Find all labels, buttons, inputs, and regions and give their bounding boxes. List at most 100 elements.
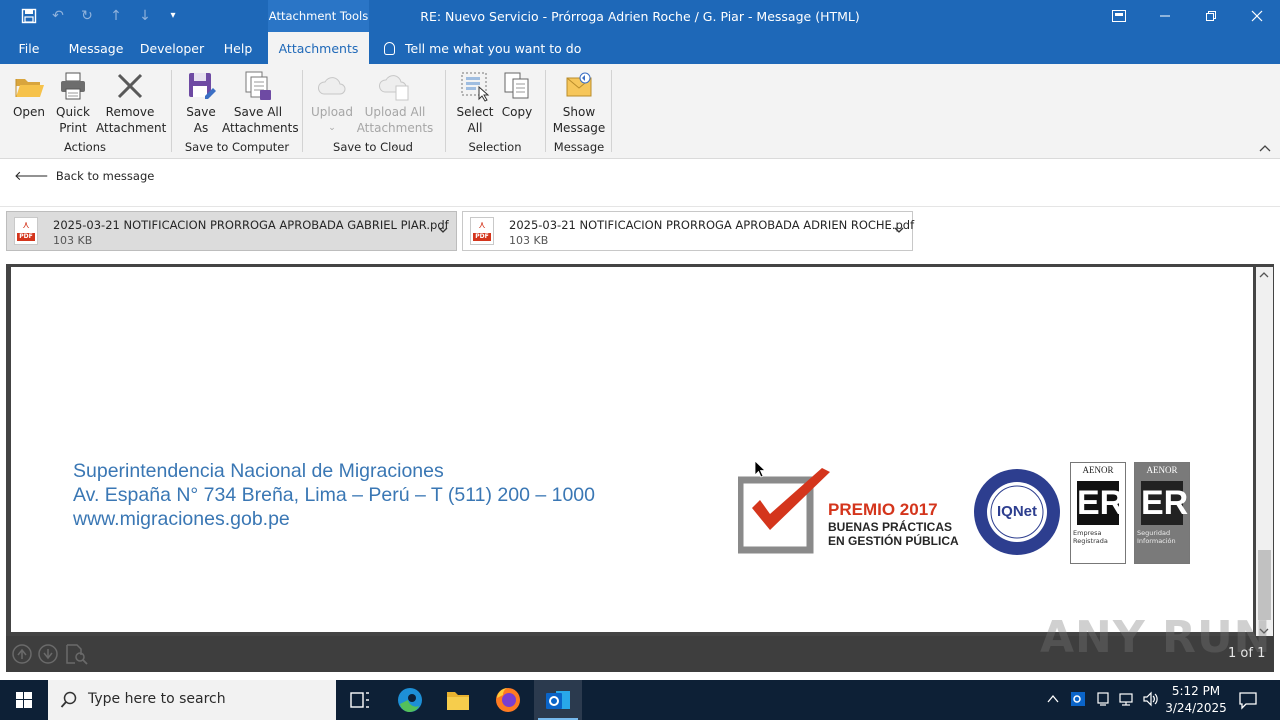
remove-attachment-button[interactable]: Remove Attachment: [96, 70, 166, 136]
outlook-tray-icon[interactable]: [1070, 691, 1086, 710]
search-placeholder: Type here to search: [88, 691, 226, 707]
save-as-button[interactable]: Save As: [180, 70, 222, 136]
show-message-button[interactable]: Show Message: [552, 70, 606, 136]
signature-line: Superintendencia Nacional de Migraciones: [73, 460, 444, 482]
next-item-icon[interactable]: ↓: [136, 8, 154, 24]
upload-all-label-1: Upload All: [364, 105, 426, 119]
back-to-message-link[interactable]: 🡐 Back to message: [14, 168, 154, 184]
group-separator: [611, 70, 612, 152]
start-button[interactable]: [0, 680, 48, 720]
scrollbar-thumb[interactable]: [1258, 550, 1271, 620]
notifications-icon[interactable]: [1238, 690, 1258, 713]
ribbon-display-options-icon[interactable]: [1096, 0, 1142, 32]
ribbon: Open Quick Print Remove Attachment Actio…: [0, 64, 1280, 159]
minimize-button[interactable]: [1142, 0, 1188, 32]
aenor-er-logo: AENOR ER Seguridad Información: [1134, 462, 1190, 564]
firefox-icon[interactable]: [484, 680, 532, 720]
signature-line: Av. España N° 734 Breña, Lima – Perú – T…: [73, 484, 595, 506]
aenor-title: AENOR: [1146, 465, 1178, 475]
signature-line[interactable]: www.migraciones.gob.pe: [73, 508, 290, 531]
next-page-icon[interactable]: [38, 644, 58, 667]
chevron-down-icon[interactable]: [438, 224, 448, 237]
tab-file[interactable]: File: [8, 32, 50, 64]
pdf-file-icon: ⋏ PDF: [14, 217, 38, 245]
window-title: RE: Nuevo Servicio - Prórroga Adrien Roc…: [420, 9, 860, 24]
mouse-cursor-icon: [754, 460, 767, 481]
attachment-chip[interactable]: ⋏ PDF 2025-03-21 NOTIFICACION PRORROGA AP…: [6, 211, 457, 251]
select-all-label-2: All: [467, 121, 483, 135]
aenor-er-logo: AENOR ER Empresa Registrada: [1070, 462, 1126, 564]
tab-attachments[interactable]: Attachments: [268, 32, 369, 64]
title-bar: ↶ ↻ ↑ ↓ ▾ Attachment Tools RE: Nuevo Ser…: [0, 0, 1280, 32]
iqnet-label: IQNet: [996, 503, 1037, 520]
page-indicator: 1 of 1: [1228, 646, 1266, 661]
pdf-page: [11, 267, 1253, 632]
group-message-label: Message: [553, 140, 605, 154]
taskbar-search-box[interactable]: Type here to search: [48, 680, 336, 720]
remove-label-1: Remove: [105, 105, 155, 119]
save-all-documents-icon: [242, 70, 274, 102]
save-all-label-1: Save All: [233, 105, 283, 119]
select-all-button[interactable]: Select All: [454, 70, 496, 136]
previous-item-icon[interactable]: ↑: [107, 8, 125, 24]
task-view-icon[interactable]: [336, 680, 384, 720]
device-tray-icon[interactable]: [1095, 691, 1111, 710]
tell-me-search[interactable]: Tell me what you want to do: [384, 32, 581, 64]
chevron-down-icon[interactable]: [894, 224, 904, 237]
redo-icon[interactable]: ↻: [78, 8, 96, 24]
edge-browser-icon[interactable]: [386, 680, 434, 720]
remove-x-icon: [114, 70, 146, 102]
select-all-icon: [459, 70, 491, 102]
scroll-up-icon[interactable]: [1259, 271, 1269, 281]
system-clock[interactable]: 5:12 PM 3/24/2025: [1164, 683, 1228, 717]
customize-quick-access-icon[interactable]: ▾: [164, 8, 182, 24]
save-as-icon: [185, 70, 217, 102]
upload-dropdown-icon: ⌄: [328, 123, 336, 133]
outlook-taskbar-icon[interactable]: [534, 680, 582, 720]
premio-subtitle: EN GESTIÓN PÚBLICA: [828, 534, 959, 548]
quick-print-button[interactable]: Quick Print: [52, 70, 94, 136]
group-selection-label: Selection: [468, 140, 522, 154]
tab-developer[interactable]: Developer: [138, 32, 206, 64]
undo-icon[interactable]: ↶: [49, 8, 67, 24]
cloud-upload-all-icon: [379, 70, 411, 102]
premio-subtitle: BUENAS PRÁCTICAS: [828, 520, 953, 534]
group-save-cloud-label: Save to Cloud: [333, 140, 413, 154]
close-button[interactable]: [1234, 0, 1280, 32]
tab-message[interactable]: Message: [63, 32, 129, 64]
tab-help[interactable]: Help: [216, 32, 260, 64]
save-icon[interactable]: [20, 8, 38, 24]
previous-page-icon[interactable]: [12, 644, 32, 667]
attachment-chip[interactable]: ⋏ PDF 2025-03-21 NOTIFICACION PRORROGA AP…: [462, 211, 915, 251]
restore-button[interactable]: [1188, 0, 1234, 32]
upload-button[interactable]: Upload ⌄: [308, 70, 356, 136]
zoom-page-icon[interactable]: [65, 643, 89, 668]
save-all-attachments-button[interactable]: Save All Attachments: [222, 70, 299, 136]
aenor-er-mark: ER: [1141, 481, 1188, 525]
collapse-ribbon-icon[interactable]: [1259, 142, 1273, 154]
contextual-tab-label: Attachment Tools: [268, 0, 369, 32]
group-save-computer-label: Save to Computer: [184, 140, 290, 154]
search-icon: [60, 691, 78, 712]
cloud-upload-icon: [316, 70, 348, 102]
group-separator: [445, 70, 446, 152]
open-button[interactable]: Open: [8, 70, 50, 120]
save-all-label-2: Attachments: [222, 121, 299, 135]
clock-date: 3/24/2025: [1165, 701, 1227, 715]
iqnet-certified-logo: IQNet: [973, 468, 1061, 556]
upload-label: Upload: [310, 105, 354, 119]
printer-icon: [57, 70, 89, 102]
premio-2017-logo: PREMIO 2017 BUENAS PRÁCTICAS EN GESTIÓN …: [738, 468, 968, 554]
attachment-name: 2025-03-21 NOTIFICACION PRORROGA APROBAD…: [53, 218, 449, 232]
save-as-label-2: As: [193, 121, 209, 135]
file-explorer-icon[interactable]: [434, 680, 482, 720]
volume-icon[interactable]: [1142, 691, 1160, 710]
attachment-name: 2025-03-21 NOTIFICACION PRORROGA APROBAD…: [509, 218, 915, 232]
show-message-label-2: Message: [552, 121, 606, 135]
network-icon[interactable]: [1118, 691, 1136, 710]
show-message-icon: [563, 70, 595, 102]
copy-button[interactable]: Copy: [498, 70, 536, 120]
quick-print-label-2: Print: [59, 121, 87, 135]
group-separator: [171, 70, 172, 152]
show-hidden-icons-icon[interactable]: [1046, 693, 1060, 708]
